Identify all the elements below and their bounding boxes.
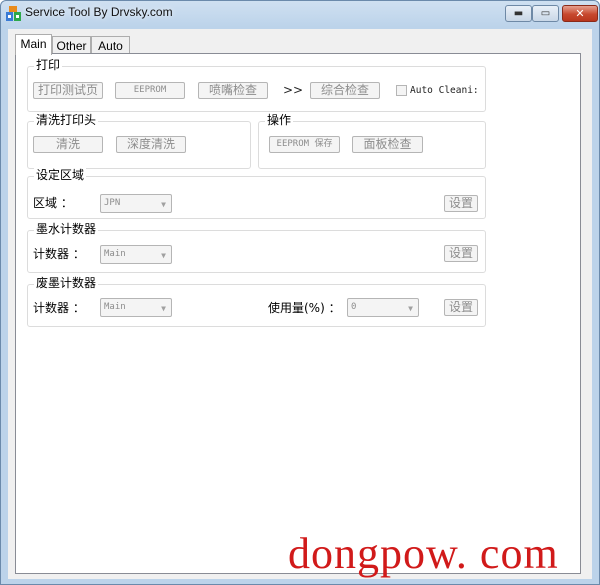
waste-counter-select-value: Main [104, 302, 126, 312]
waste-counter-label: 计数器 ： [33, 301, 85, 315]
region-select[interactable]: JPN ▼ [100, 194, 172, 213]
ink-counter-select[interactable]: Main ▼ [100, 245, 172, 264]
tab-other[interactable]: Other [52, 36, 91, 54]
client-area: Main Other Auto 打印 打印测试页 EEPROM 喷嘴检查 >> … [8, 29, 592, 579]
usage-select-value: 0 [351, 302, 357, 312]
region-label: 区域 ： [33, 196, 73, 210]
auto-clean-label[interactable]: Auto Cleani: [410, 85, 479, 96]
chevron-down-icon: ▼ [161, 251, 166, 260]
region-group: 设定区域 区域 ： JPN ▼ 设置 [27, 168, 486, 219]
usage-label: 使用量(%) ： [268, 301, 341, 315]
maximize-icon: ▭ [540, 8, 551, 19]
ink-counter-set-button[interactable]: 设置 [444, 245, 478, 262]
clean-head-group-title: 清洗打印头 [34, 113, 99, 127]
title-bar[interactable]: Service Tool By Drvsky.com ▬ ▭ ✕ [1, 1, 599, 27]
minimize-icon: ▬ [513, 8, 524, 19]
minimize-button[interactable]: ▬ [505, 5, 532, 22]
tab-page-main: 打印 打印测试页 EEPROM 喷嘴检查 >> 综合检查 Auto Cleani… [15, 53, 581, 574]
close-icon: ✕ [575, 7, 585, 20]
app-icon [6, 6, 21, 21]
chevron-down-icon: ▼ [161, 200, 166, 209]
chevron-down-icon: ▼ [161, 304, 166, 313]
operation-group-title: 操作 [265, 113, 294, 127]
tab-main[interactable]: Main [15, 34, 52, 55]
deep-clean-button[interactable]: 深度清洗 [116, 136, 186, 153]
waste-ink-counter-group-title: 废墨计数器 [34, 276, 99, 290]
panel-check-button[interactable]: 面板检查 [352, 136, 423, 153]
waste-ink-counter-group: 废墨计数器 计数器 ： Main ▼ 使用量(%) ： 0 ▼ 设置 [27, 276, 486, 327]
ink-counter-select-value: Main [104, 249, 126, 259]
chevron-down-icon: ▼ [408, 304, 413, 313]
full-check-button[interactable]: 综合检查 [310, 82, 380, 99]
print-group: 打印 打印测试页 EEPROM 喷嘴检查 >> 综合检查 Auto Cleani… [27, 58, 486, 112]
tab-auto[interactable]: Auto [91, 36, 130, 54]
ink-counter-group: 墨水计数器 计数器 ： Main ▼ 设置 [27, 222, 486, 273]
waste-counter-set-button[interactable]: 设置 [444, 299, 478, 316]
print-test-page-button[interactable]: 打印测试页 [33, 82, 103, 99]
maximize-button[interactable]: ▭ [532, 5, 559, 22]
clean-head-group: 清洗打印头 清洗 深度清洗 [27, 113, 251, 169]
eeprom-save-button[interactable]: EEPROM 保存 [269, 136, 340, 153]
clean-button[interactable]: 清洗 [33, 136, 103, 153]
region-group-title: 设定区域 [34, 168, 87, 182]
close-button[interactable]: ✕ [562, 5, 598, 22]
arrows-label: >> [283, 83, 304, 97]
window-title: Service Tool By Drvsky.com [25, 5, 173, 19]
ink-counter-group-title: 墨水计数器 [34, 222, 99, 236]
app-window: Service Tool By Drvsky.com ▬ ▭ ✕ Main Ot… [0, 0, 600, 585]
operation-group: 操作 EEPROM 保存 面板检查 [258, 113, 486, 169]
nozzle-check-button[interactable]: 喷嘴检查 [198, 82, 268, 99]
watermark-text: dongpow. com [288, 529, 559, 578]
auto-clean-checkbox[interactable] [396, 85, 407, 96]
usage-select[interactable]: 0 ▼ [347, 298, 419, 317]
region-select-value: JPN [104, 198, 121, 208]
region-set-button[interactable]: 设置 [444, 195, 478, 212]
eeprom-button[interactable]: EEPROM [115, 82, 185, 99]
ink-counter-label: 计数器 ： [33, 247, 85, 261]
waste-counter-select[interactable]: Main ▼ [100, 298, 172, 317]
print-group-title: 打印 [34, 58, 63, 72]
